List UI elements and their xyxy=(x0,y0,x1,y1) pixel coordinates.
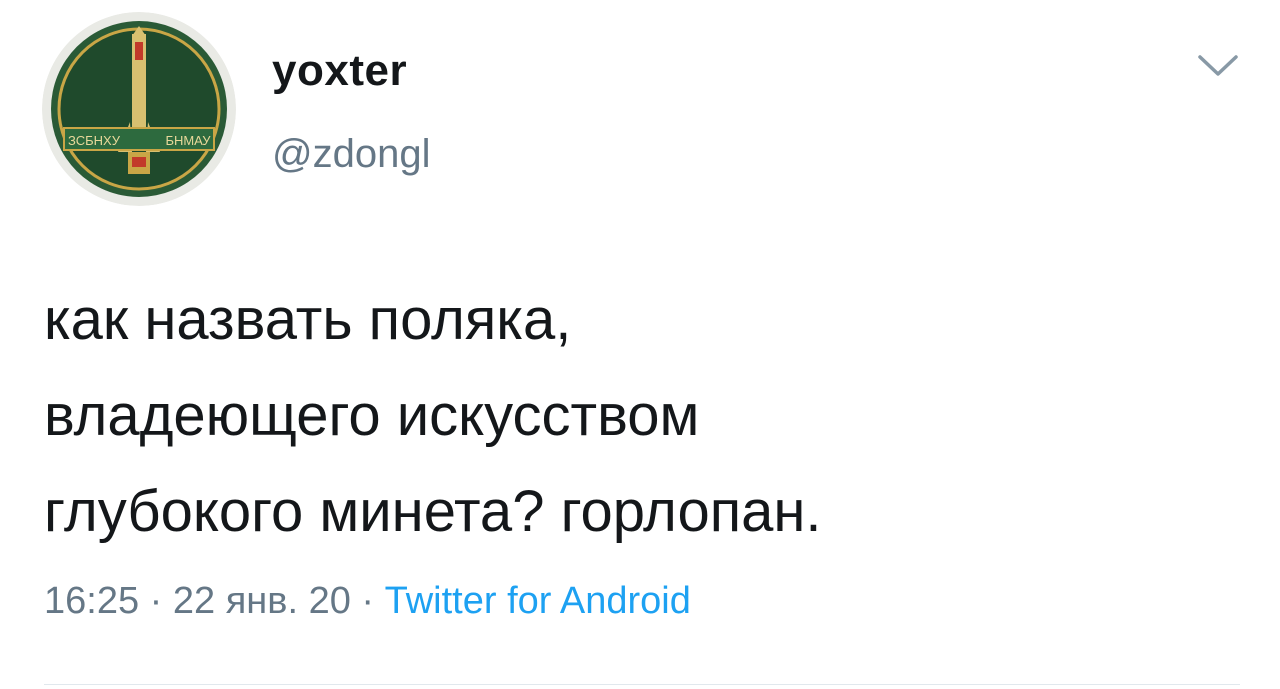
tweet-text: как назвать поляка, владеющего искусство… xyxy=(44,272,1194,560)
avatar-text-left: ЗСБНХУ xyxy=(68,133,121,148)
chevron-down-icon[interactable] xyxy=(1196,52,1240,80)
tweet-text-line: как назвать поляка, xyxy=(44,287,572,352)
tweet-text-line: глубокого минета? горлопан. xyxy=(44,479,822,544)
avatar-text-right: БНМАУ xyxy=(165,133,211,148)
tweet-date[interactable]: 22 янв. 20 xyxy=(173,580,351,622)
avatar-badge-image: ЗСБНХУ БНМАУ xyxy=(42,12,236,206)
tweet-meta: 16:25 · 22 янв. 20 · Twitter for Android xyxy=(44,580,691,623)
tweet-time[interactable]: 16:25 xyxy=(44,580,139,622)
meta-separator: · xyxy=(139,580,173,622)
display-name[interactable]: yoxter xyxy=(272,46,407,96)
avatar[interactable]: ЗСБНХУ БНМАУ xyxy=(42,12,236,206)
user-handle[interactable]: @zdongl xyxy=(272,132,430,177)
tweet-card: ЗСБНХУ БНМАУ yoxter @zdongl как назвать … xyxy=(0,0,1280,689)
tweet-text-line: владеющего искусством xyxy=(44,383,700,448)
tweet-source-link[interactable]: Twitter for Android xyxy=(385,580,691,622)
divider xyxy=(44,684,1240,685)
meta-separator: · xyxy=(350,580,385,622)
